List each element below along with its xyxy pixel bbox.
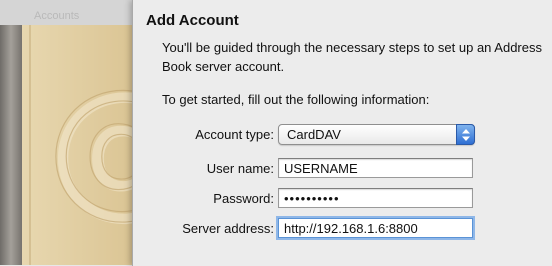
account-type-value: CardDAV [287, 127, 341, 142]
address-book-icon: @ @ [0, 0, 150, 265]
user-name-label: User name: [206, 161, 274, 176]
account-type-label: Account type: [195, 127, 274, 142]
accounts-header-label: Accounts [34, 10, 80, 22]
server-address-field[interactable]: http://192.168.1.6:8800 [278, 218, 473, 238]
instructions-text: To get started, fill out the following i… [162, 92, 430, 107]
account-type-popup[interactable]: CardDAV [278, 124, 475, 145]
user-name-field[interactable]: USERNAME [278, 158, 473, 178]
password-label: Password: [213, 191, 274, 206]
sheet-title: Add Account [146, 12, 239, 29]
intro-text: You'll be guided through the necessary s… [162, 40, 542, 74]
popup-arrows-icon[interactable] [456, 124, 475, 145]
server-address-label: Server address: [182, 221, 274, 236]
add-account-sheet: Add Account You'll be guided through the… [132, 0, 552, 266]
password-field[interactable]: •••••••••• [278, 188, 473, 208]
